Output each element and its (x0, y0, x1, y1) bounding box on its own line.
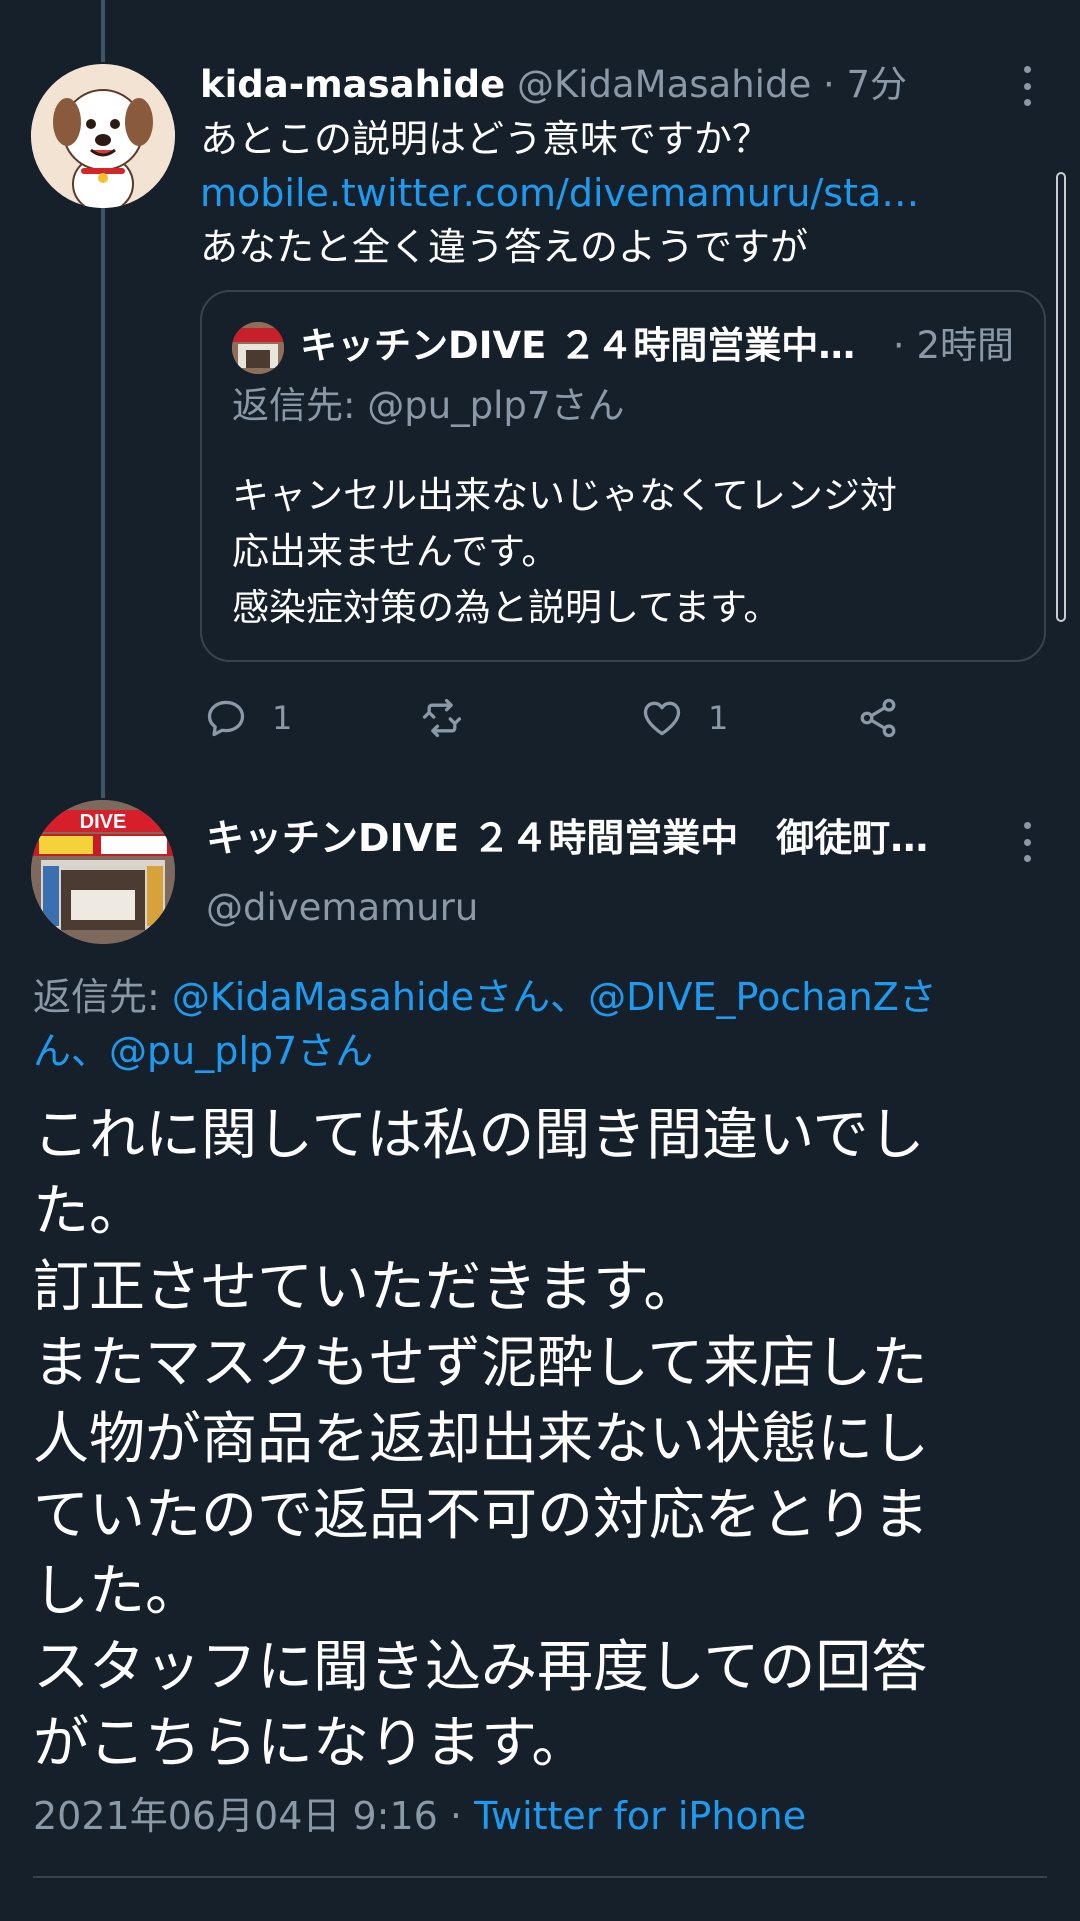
quoted-reply-to: 返信先: @pu_plp7さん (232, 384, 625, 427)
tweet-text: これに関しては私の聞き間違いでし た。 訂正させていただきます。 またマスクもせ… (33, 1098, 1053, 1782)
quoted-text-line: 感染症対策の為と説明してます。 (232, 586, 781, 629)
quoted-tweet-card[interactable]: キッチンDIVE ２４時間営業中 御徒町… · 2時間 返信先: @pu_plp… (200, 290, 1046, 662)
shop-avatar-icon (232, 322, 284, 374)
thread-connector-top (101, 0, 105, 62)
tweet-link[interactable]: mobile.twitter.com/divemamuru/sta… (200, 166, 1020, 220)
retweet-icon (422, 698, 462, 738)
tweet-thread-screen: kida-masahide @KidaMasahide · 7分 あとこの説明は… (0, 0, 1080, 1921)
svg-text:DIVE: DIVE (80, 811, 127, 833)
author-name[interactable]: kida-masahide (200, 63, 505, 106)
tweet-text-line: これに関しては私の聞き間違いでし (33, 1103, 925, 1168)
tweet-text-line: がこちらになります。 (33, 1711, 588, 1776)
reply-count: 1 (272, 699, 293, 737)
avatar[interactable]: DIVE (31, 800, 175, 944)
reply-to-mentions[interactable]: ん、@pu_plp7さん (33, 1024, 1033, 1078)
scrollbar[interactable] (1056, 172, 1066, 622)
avatar[interactable] (31, 64, 175, 208)
heart-icon (643, 701, 681, 736)
reply-to: 返信先: @KidaMasahideさん、@DIVE_PochanZさ ん、@p… (33, 970, 1033, 1078)
thread-connector (101, 208, 105, 798)
reply-icon (207, 700, 245, 737)
quoted-tweet-time: · 2時間 (892, 324, 1014, 367)
reply-button[interactable]: 1 (204, 688, 292, 748)
shop-avatar-icon: DIVE (31, 800, 175, 944)
quoted-author-name: キッチンDIVE ２４時間営業中 御徒町… (300, 324, 860, 367)
tweet-text-line: またマスクもせず泥酔して来店した (33, 1331, 928, 1396)
tweet-actions: 1 1 (200, 688, 920, 748)
tweet-text-line: あとこの説明はどう意味ですか？ (200, 117, 771, 161)
quoted-text-line: 応出来ませんです。 (232, 530, 559, 573)
tweet-text-line: 訂正させていただきます。 (33, 1255, 700, 1320)
more-options-icon[interactable] (1012, 66, 1042, 106)
reply-to-prefix: 返信先: (33, 975, 172, 1019)
share-icon (860, 698, 896, 738)
like-button[interactable]: 1 (640, 688, 728, 748)
retweet-button[interactable] (420, 688, 488, 748)
like-count: 1 (708, 699, 729, 737)
quoted-text-line: キャンセル出来ないじゃなくてレンジ対 (232, 474, 897, 517)
tweet-client[interactable]: Twitter for iPhone (474, 1794, 806, 1838)
divider (33, 1876, 1047, 1878)
quoted-tweet-text: キャンセル出来ないじゃなくてレンジ対 応出来ませんです。 感染症対策の為と説明し… (232, 468, 1022, 636)
tweet-time[interactable]: · 7分 (823, 63, 907, 106)
author-name[interactable]: キッチンDIVE ２４時間営業中 御徒町… (206, 808, 986, 868)
tweet-header: kida-masahide @KidaMasahide · 7分 (200, 60, 907, 110)
dog-avatar-icon (31, 64, 175, 208)
share-button[interactable] (856, 688, 900, 748)
tweet-timestamp[interactable]: 2021年06月04日 9:16 · (33, 1794, 474, 1838)
reply-to-line: 返信先: @KidaMasahideさん、@DIVE_PochanZさ (33, 970, 1033, 1024)
tweet-text-line: した。 (33, 1559, 201, 1624)
more-options-icon[interactable] (1012, 822, 1042, 862)
tweet-text: あとこの説明はどう意味ですか？ mobile.twitter.com/divem… (200, 112, 1020, 274)
tweet-text-line: 人物が商品を返却出来ない状態にし (33, 1407, 929, 1472)
tweet-text-line: ていたので返品不可の対応をとりま (33, 1483, 929, 1548)
tweet-text-line: スタッフに聞き込み再度しての回答 (33, 1635, 928, 1700)
tweet-text-line: た。 (33, 1179, 145, 1244)
tweet-meta: 2021年06月04日 9:16 · Twitter for iPhone (33, 1788, 806, 1844)
author-handle[interactable]: @divemamuru (206, 878, 478, 938)
author-handle[interactable]: @KidaMasahide (517, 63, 811, 106)
reply-to-mentions[interactable]: @KidaMasahideさん、@DIVE_PochanZさ (172, 975, 937, 1019)
quoted-tweet-avatar (232, 322, 284, 374)
tweet-text-line: あなたと全く違う答えのようですが (200, 225, 809, 269)
